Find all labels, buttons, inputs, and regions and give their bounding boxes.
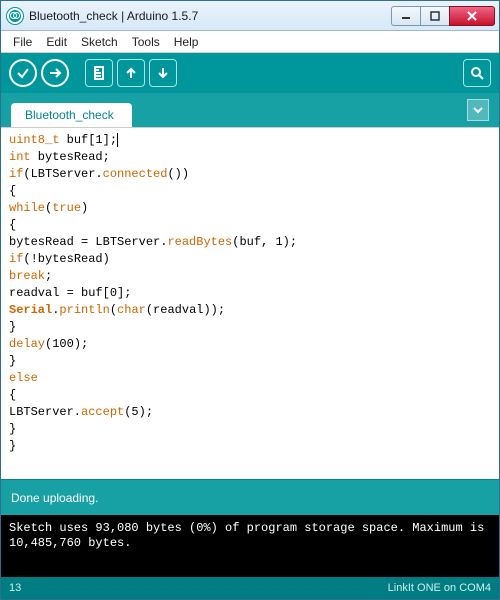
- window-title: Bluetooth_check | Arduino 1.5.7: [29, 9, 386, 23]
- console-line: 10,485,760 bytes.: [9, 536, 491, 551]
- check-icon: [15, 65, 31, 81]
- arrow-up-icon: [123, 65, 139, 81]
- verify-button[interactable]: [9, 59, 37, 87]
- close-button[interactable]: [449, 6, 495, 26]
- serial-monitor-button[interactable]: [463, 59, 491, 87]
- titlebar: Bluetooth_check | Arduino 1.5.7: [1, 1, 499, 31]
- minimize-button[interactable]: [391, 6, 421, 26]
- menu-sketch[interactable]: Sketch: [75, 33, 124, 51]
- board-port-label: LinkIt ONE on COM4: [388, 582, 491, 594]
- arduino-logo-icon: [7, 8, 23, 24]
- menu-tools[interactable]: Tools: [126, 33, 166, 51]
- tab-sketch[interactable]: Bluetooth_check: [11, 103, 132, 127]
- menu-file[interactable]: File: [7, 33, 38, 51]
- menu-edit[interactable]: Edit: [40, 33, 73, 51]
- tab-menu-button[interactable]: [467, 99, 489, 121]
- console-output[interactable]: Sketch uses 93,080 bytes (0%) of program…: [1, 515, 499, 577]
- menubar: File Edit Sketch Tools Help: [1, 31, 499, 53]
- console-line: Sketch uses 93,080 bytes (0%) of program…: [9, 521, 491, 536]
- status-message: Done uploading.: [11, 491, 98, 505]
- upload-button[interactable]: [41, 59, 69, 87]
- save-button[interactable]: [149, 59, 177, 87]
- close-icon: [467, 11, 477, 21]
- code-editor[interactable]: uint8_t buf[1]; int bytesRead; if(LBTSer…: [1, 127, 499, 479]
- minimize-icon: [401, 11, 411, 21]
- window-controls: [392, 6, 495, 26]
- open-button[interactable]: [117, 59, 145, 87]
- serial-monitor-icon: [469, 65, 485, 81]
- new-button[interactable]: [85, 59, 113, 87]
- maximize-icon: [430, 11, 440, 21]
- menu-help[interactable]: Help: [168, 33, 205, 51]
- text-caret: [117, 133, 118, 147]
- chevron-down-icon: [473, 105, 483, 115]
- line-number: 13: [9, 582, 21, 594]
- arrow-right-icon: [47, 65, 63, 81]
- toolbar: [1, 53, 499, 93]
- status-bar: Done uploading.: [1, 479, 499, 515]
- maximize-button[interactable]: [420, 6, 450, 26]
- app-window: Bluetooth_check | Arduino 1.5.7 File Edi…: [0, 0, 500, 600]
- code-content[interactable]: uint8_t buf[1]; int bytesRead; if(LBTSer…: [9, 132, 491, 455]
- arrow-down-icon: [155, 65, 171, 81]
- footer: 13 LinkIt ONE on COM4: [1, 577, 499, 599]
- tab-strip: Bluetooth_check: [1, 93, 499, 127]
- file-icon: [91, 65, 107, 81]
